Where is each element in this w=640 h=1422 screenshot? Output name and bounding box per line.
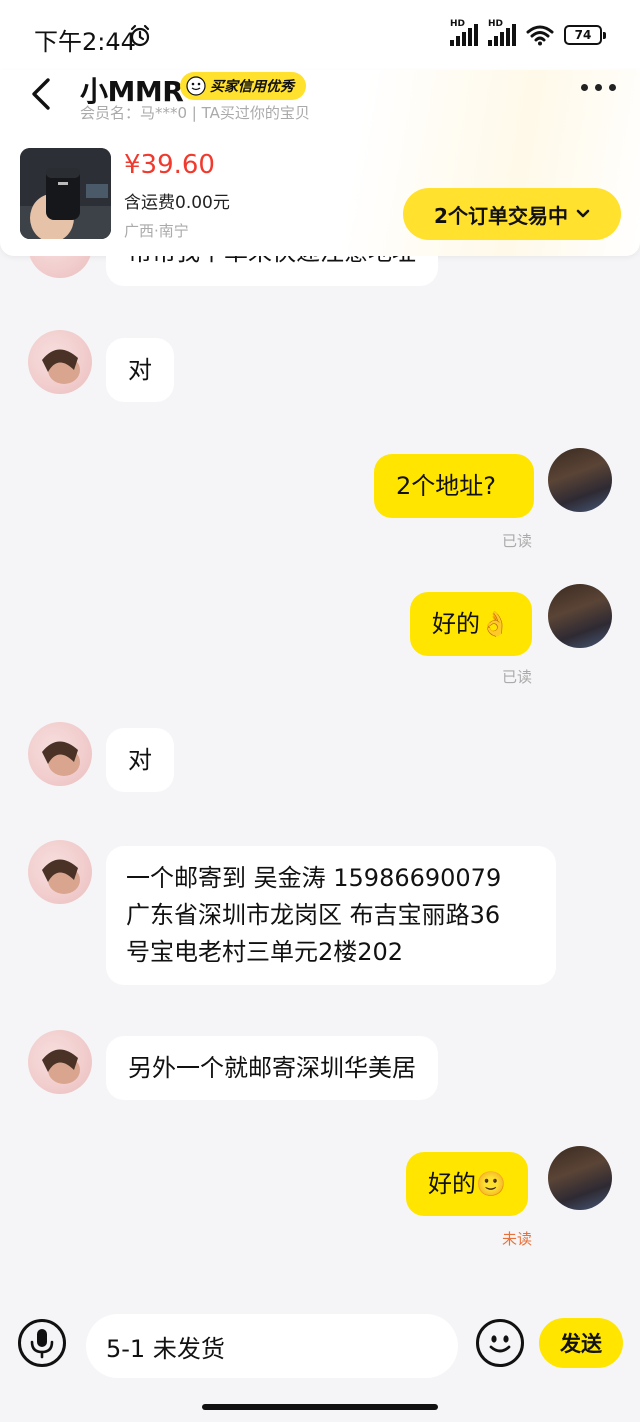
message-bubble[interactable]: 好的🙂 (406, 1152, 528, 1216)
chevron-down-icon (576, 209, 590, 218)
product-location: 广西·南宁 (124, 222, 189, 240)
message-bubble[interactable]: 2个地址? (374, 454, 534, 518)
status-icons: HD HD 74 (450, 19, 606, 46)
avatar[interactable] (548, 1146, 612, 1210)
chat-header: 小MMR 买家信用优秀 会员名：马***0 | TA买过你的宝贝 ¥39.60 … (0, 70, 640, 256)
wifi-icon (526, 25, 554, 46)
product-thumbnail[interactable] (20, 148, 111, 239)
avatar[interactable] (28, 722, 92, 786)
signal-icon: HD (450, 19, 478, 46)
message-bubble[interactable]: 一个邮寄到 吴金涛 15986690079 广东省深圳市龙岗区 布吉宝丽路36 … (106, 846, 556, 985)
member-info: 会员名：马***0 | TA买过你的宝贝 (80, 104, 310, 122)
message-bubble[interactable]: 对 (106, 728, 174, 792)
read-status: 已读 (502, 532, 533, 550)
orders-in-progress-button[interactable]: 2个订单交易中 (403, 188, 621, 240)
message-bubble[interactable]: 另外一个就邮寄深圳华美居 (106, 1036, 438, 1100)
battery-icon: 74 (564, 25, 606, 45)
emoji-icon[interactable] (476, 1319, 524, 1367)
message-input[interactable]: 5-1 未发货 (86, 1314, 458, 1378)
unread-status: 未读 (502, 1230, 533, 1248)
credit-badge-label: 买家信用优秀 (210, 79, 294, 95)
avatar[interactable] (28, 1030, 92, 1094)
signal-icon: HD (488, 19, 516, 46)
message-bubble[interactable]: 好的👌 (410, 592, 532, 656)
home-indicator[interactable] (202, 1404, 438, 1410)
avatar[interactable] (548, 448, 612, 512)
message-bubble[interactable]: 对 (106, 338, 174, 402)
product-price: ¥39.60 (124, 150, 215, 180)
message-bubble[interactable]: 帮帮我下单来快递注意地址 (106, 256, 438, 286)
back-icon[interactable] (26, 76, 56, 112)
orders-button-label: 2个订单交易中 (434, 203, 568, 228)
smiley-icon (186, 76, 206, 96)
alarm-icon (130, 24, 150, 47)
message-line: 一个邮寄到 吴金涛 15986690079 (126, 864, 502, 892)
avatar[interactable] (28, 840, 92, 904)
send-button[interactable]: 发送 (539, 1318, 623, 1368)
microphone-icon[interactable] (18, 1319, 66, 1367)
avatar[interactable] (28, 330, 92, 394)
read-status: 已读 (502, 668, 533, 686)
status-time: 下午2:44 (34, 28, 136, 56)
avatar[interactable] (548, 584, 612, 648)
product-shipping: 含运费0.00元 (124, 193, 230, 213)
credit-badge: 买家信用优秀 (180, 72, 306, 100)
message-input-value: 5-1 未发货 (106, 1334, 225, 1363)
message-list[interactable]: 帮帮我下单来快递注意地址 对 2个地址? 已读 好的👌 已读 对 一个邮寄到 吴… (0, 256, 640, 1306)
avatar[interactable] (28, 256, 92, 278)
message-line: 广东省深圳市龙岗区 布吉宝丽路36 (126, 901, 501, 929)
message-line: 号宝电老村三单元2楼202 (126, 938, 404, 966)
status-bar: 下午2:44 HD HD 74 (0, 0, 640, 70)
more-icon[interactable] (581, 84, 616, 91)
